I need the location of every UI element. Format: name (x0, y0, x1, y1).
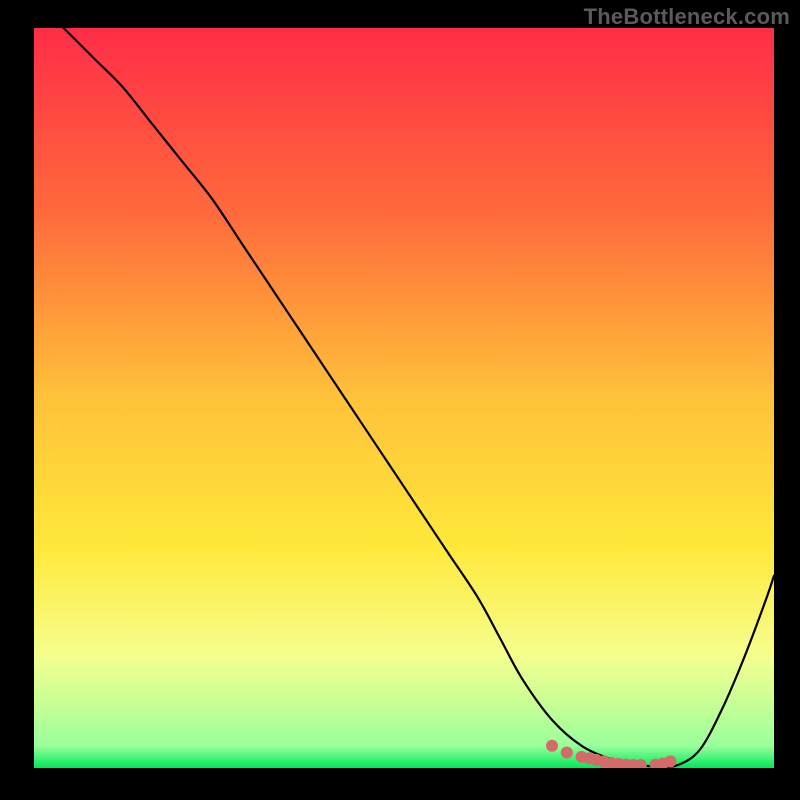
optimum-marker (664, 755, 676, 767)
optimum-marker (561, 746, 573, 758)
optimum-marker (546, 740, 558, 752)
gradient-background (34, 28, 774, 768)
plot-area (34, 28, 774, 768)
watermark-text: TheBottleneck.com (584, 4, 790, 30)
chart-frame: TheBottleneck.com (0, 0, 800, 800)
chart-svg (34, 28, 774, 768)
